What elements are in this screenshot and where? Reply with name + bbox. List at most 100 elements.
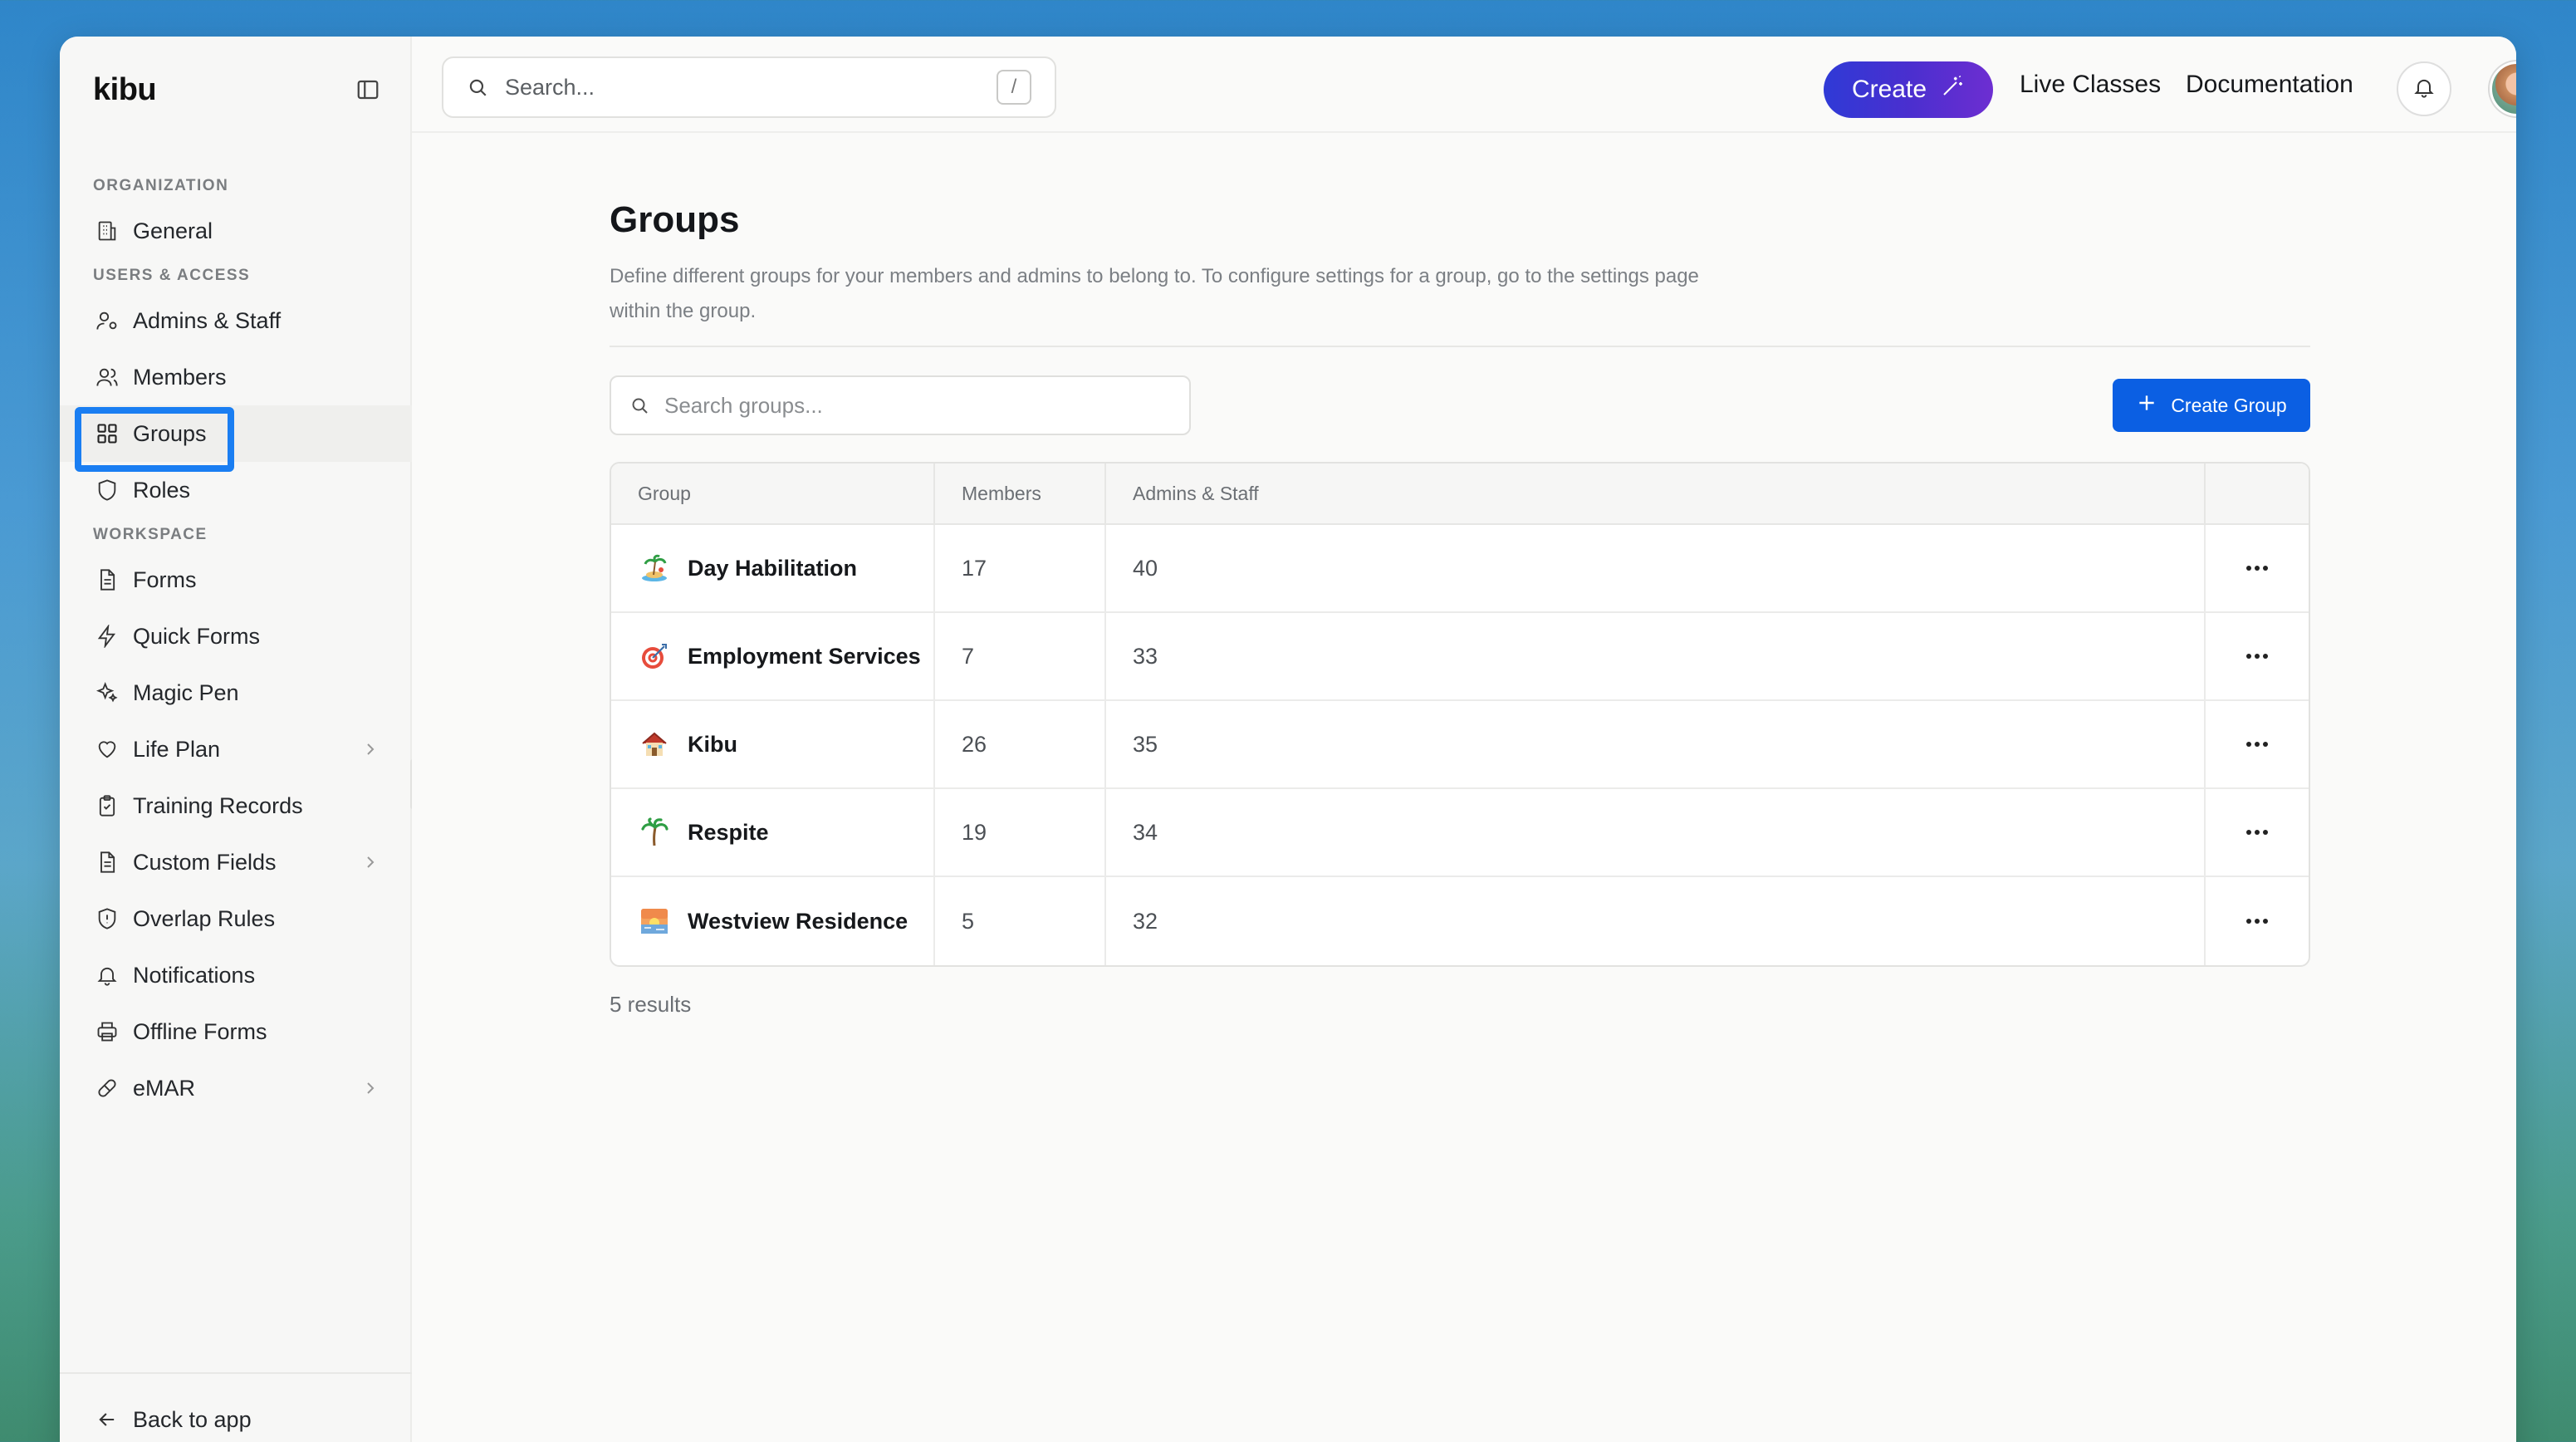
back-to-app-link[interactable]: Back to app (60, 1372, 412, 1442)
group-search[interactable] (610, 375, 1191, 435)
sidebar-item-notifications[interactable]: Notifications (60, 947, 412, 1003)
bell-icon (2412, 76, 2436, 103)
grid-icon (93, 419, 121, 448)
create-group-button[interactable]: Create Group (2113, 379, 2310, 432)
sidebar-toggle-icon[interactable] (354, 76, 382, 104)
table-row[interactable]: Respite 19 34 (611, 789, 2309, 877)
table-row[interactable]: Kibu 26 35 (611, 701, 2309, 789)
global-search[interactable]: / (442, 56, 1056, 118)
column-header-admins-staff[interactable]: Admins & Staff (1106, 464, 2206, 523)
sidebar-item-label: Roles (133, 477, 191, 503)
group-name-cell[interactable]: Kibu (611, 701, 935, 787)
sidebar-item-custom-fields[interactable]: Custom Fields (60, 834, 412, 890)
search-shortcut-key: / (997, 70, 1031, 105)
members-count: 26 (935, 701, 1106, 787)
group-name-cell[interactable]: Westview Residence (611, 877, 935, 965)
sidebar-item-offline-forms[interactable]: Offline Forms (60, 1003, 412, 1060)
sidebar-item-label: Notifications (133, 962, 256, 988)
row-actions-cell (2206, 789, 2309, 876)
admins-count: 33 (1106, 613, 2206, 699)
document-icon (93, 566, 121, 594)
more-options-icon[interactable] (2234, 905, 2280, 938)
section-label-users-access: Users & Access (93, 267, 251, 284)
members-count: 5 (935, 877, 1106, 965)
notifications-button[interactable] (2397, 61, 2451, 116)
pill-icon (93, 1074, 121, 1102)
page-description: Define different groups for your members… (610, 265, 1699, 322)
magic-wand-icon (1940, 74, 1965, 105)
user-gear-icon (93, 307, 121, 335)
row-actions-cell (2206, 613, 2309, 699)
table-row[interactable]: Employment Services 7 33 (611, 613, 2309, 701)
group-name: Kibu (688, 731, 737, 757)
group-name-cell[interactable]: Respite (611, 789, 935, 876)
admins-count: 32 (1106, 877, 2206, 965)
house-icon (638, 728, 671, 761)
column-header-group[interactable]: Group (611, 464, 935, 523)
members-count: 7 (935, 613, 1106, 699)
sidebar-header: kibu (60, 37, 412, 143)
more-options-icon[interactable] (2234, 816, 2280, 849)
more-options-icon[interactable] (2234, 552, 2280, 585)
group-name-cell[interactable]: Day Habilitation (611, 525, 935, 611)
sidebar-item-label: eMAR (133, 1075, 196, 1101)
table-header: Group Members Admins & Staff (611, 464, 2309, 525)
sidebar-item-life-plan[interactable]: Life Plan (60, 721, 412, 777)
more-options-icon[interactable] (2234, 640, 2280, 673)
document-icon (93, 848, 121, 876)
sidebar-item-general[interactable]: General (60, 203, 412, 259)
group-name-cell[interactable]: Employment Services (611, 613, 935, 699)
brand-logo: kibu (93, 71, 157, 107)
sidebar-item-label: Quick Forms (133, 623, 261, 649)
divider (610, 346, 2310, 347)
topbar: / Create Live Classes Documentation (412, 37, 2516, 133)
group-name: Employment Services (688, 643, 921, 669)
results-count: 5 results (610, 992, 692, 1017)
back-to-app-label: Back to app (133, 1406, 252, 1432)
documentation-link[interactable]: Documentation (2186, 66, 2353, 103)
shield-icon (93, 476, 121, 504)
table-row[interactable]: Westview Residence 5 32 (611, 877, 2309, 965)
palm-tree-icon (638, 816, 671, 849)
sidebar-item-members[interactable]: Members (60, 349, 412, 405)
sidebar: kibu Organization General Users & Access… (60, 37, 412, 1442)
sidebar-item-emar[interactable]: eMAR (60, 1060, 412, 1116)
admins-count: 40 (1106, 525, 2206, 611)
row-actions-cell (2206, 525, 2309, 611)
sidebar-nav: Organization General Users & Access Admi… (60, 169, 412, 1116)
create-button-label: Create (1851, 76, 1927, 103)
sidebar-item-admins-staff[interactable]: Admins & Staff (60, 292, 412, 349)
group-search-input[interactable] (664, 392, 1171, 419)
group-name: Westview Residence (688, 908, 908, 934)
live-classes-link[interactable]: Live Classes (2020, 66, 2161, 103)
sunrise-icon (638, 905, 671, 938)
sidebar-item-label: Life Plan (133, 736, 221, 762)
sidebar-item-label: Training Records (133, 792, 303, 818)
global-search-input[interactable] (505, 74, 997, 101)
admins-count: 35 (1106, 701, 2206, 787)
column-header-actions (2206, 464, 2309, 523)
more-options-icon[interactable] (2234, 728, 2280, 761)
members-count: 19 (935, 789, 1106, 876)
sidebar-item-overlap-rules[interactable]: Overlap Rules (60, 890, 412, 947)
row-actions-cell (2206, 701, 2309, 787)
bell-icon (93, 961, 121, 989)
sidebar-item-magic-pen[interactable]: Magic Pen (60, 665, 412, 721)
sidebar-item-label: Members (133, 364, 227, 390)
user-avatar[interactable] (2490, 61, 2516, 116)
table-row[interactable]: Day Habilitation 17 40 (611, 525, 2309, 613)
create-button[interactable]: Create (1824, 61, 1993, 118)
sidebar-item-quick-forms[interactable]: Quick Forms (60, 608, 412, 665)
group-name: Respite (688, 819, 769, 845)
chevron-right-icon (360, 739, 380, 759)
search-icon (467, 75, 492, 100)
shield-alert-icon (93, 905, 121, 933)
sidebar-item-label: Admins & Staff (133, 307, 282, 333)
sidebar-item-groups[interactable]: Groups (60, 405, 412, 472)
column-header-members[interactable]: Members (935, 464, 1106, 523)
sidebar-item-roles[interactable]: Roles (60, 462, 412, 518)
sidebar-item-training-records[interactable]: Training Records (60, 777, 412, 834)
chevron-right-icon (360, 1078, 380, 1098)
sidebar-item-forms[interactable]: Forms (60, 552, 412, 608)
members-count: 17 (935, 525, 1106, 611)
